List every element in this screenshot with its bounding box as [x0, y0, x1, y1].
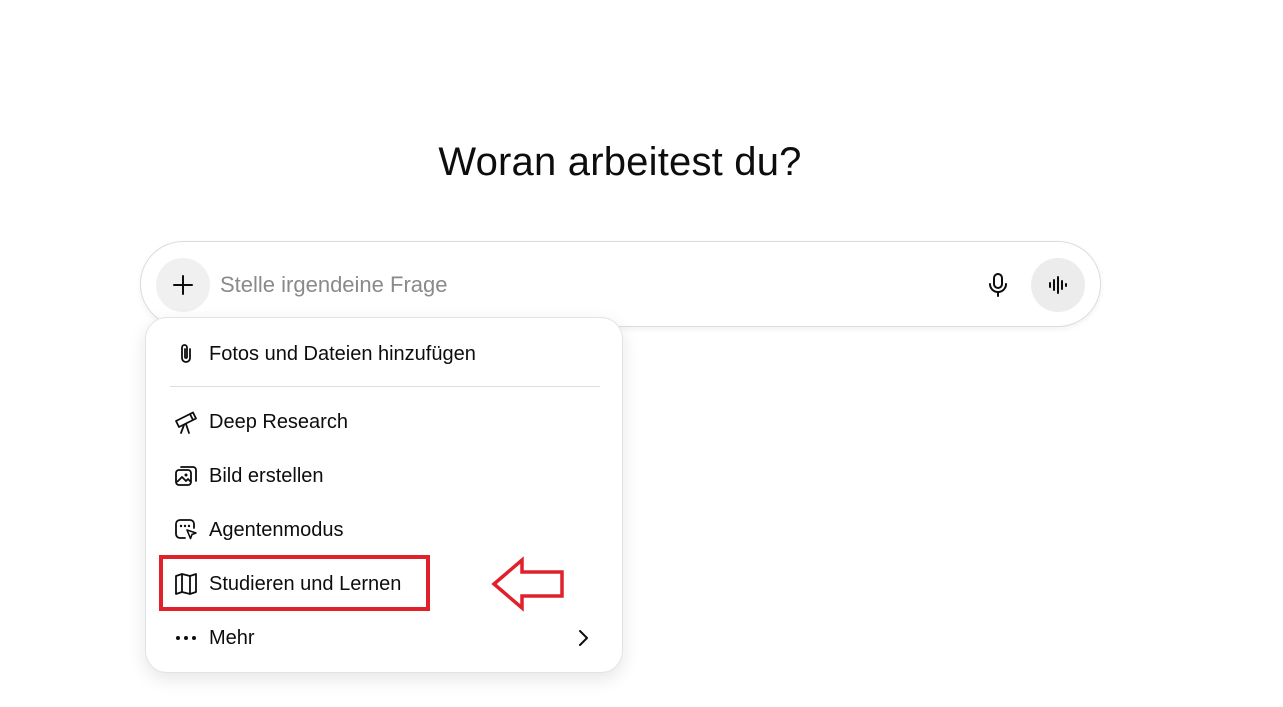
agent-cursor-icon	[170, 514, 202, 546]
menu-item-label: Deep Research	[209, 410, 348, 433]
add-attachment-button[interactable]	[156, 258, 210, 312]
prompt-composer	[140, 241, 1101, 327]
voice-waveform-icon	[1049, 276, 1067, 294]
menu-item-add-files[interactable]: Fotos und Dateien hinzufügen	[160, 331, 610, 377]
menu-item-label: Agentenmodus	[209, 518, 344, 541]
dictate-button[interactable]	[977, 264, 1019, 306]
image-icon	[170, 460, 202, 492]
annotation-arrow-icon	[491, 556, 564, 612]
paperclip-icon	[170, 338, 202, 370]
chevron-right-icon	[572, 627, 594, 649]
plus-icon	[173, 275, 193, 295]
menu-divider	[170, 386, 600, 387]
page-title: Woran arbeitest du?	[438, 140, 802, 184]
menu-item-deep-research[interactable]: Deep Research	[160, 399, 610, 445]
telescope-icon	[170, 406, 202, 438]
attachment-menu: Fotos und Dateien hinzufügen Deep Resear…	[145, 317, 623, 673]
menu-item-label: Bild erstellen	[209, 464, 324, 487]
menu-item-create-image[interactable]: Bild erstellen	[160, 453, 610, 499]
menu-item-label: Fotos und Dateien hinzufügen	[209, 342, 476, 365]
annotation-highlight-box	[159, 555, 430, 611]
prompt-input[interactable]	[220, 268, 920, 302]
voice-mode-button[interactable]	[1031, 258, 1085, 312]
menu-item-more[interactable]: Mehr	[160, 615, 610, 661]
microphone-icon	[989, 273, 1007, 297]
menu-item-label: Mehr	[209, 626, 255, 649]
page: Woran arbeitest du? Stelle irgendeine Fr…	[0, 0, 1283, 707]
menu-item-agent-mode[interactable]: Agentenmodus	[160, 507, 610, 553]
more-dots-icon	[170, 622, 202, 654]
